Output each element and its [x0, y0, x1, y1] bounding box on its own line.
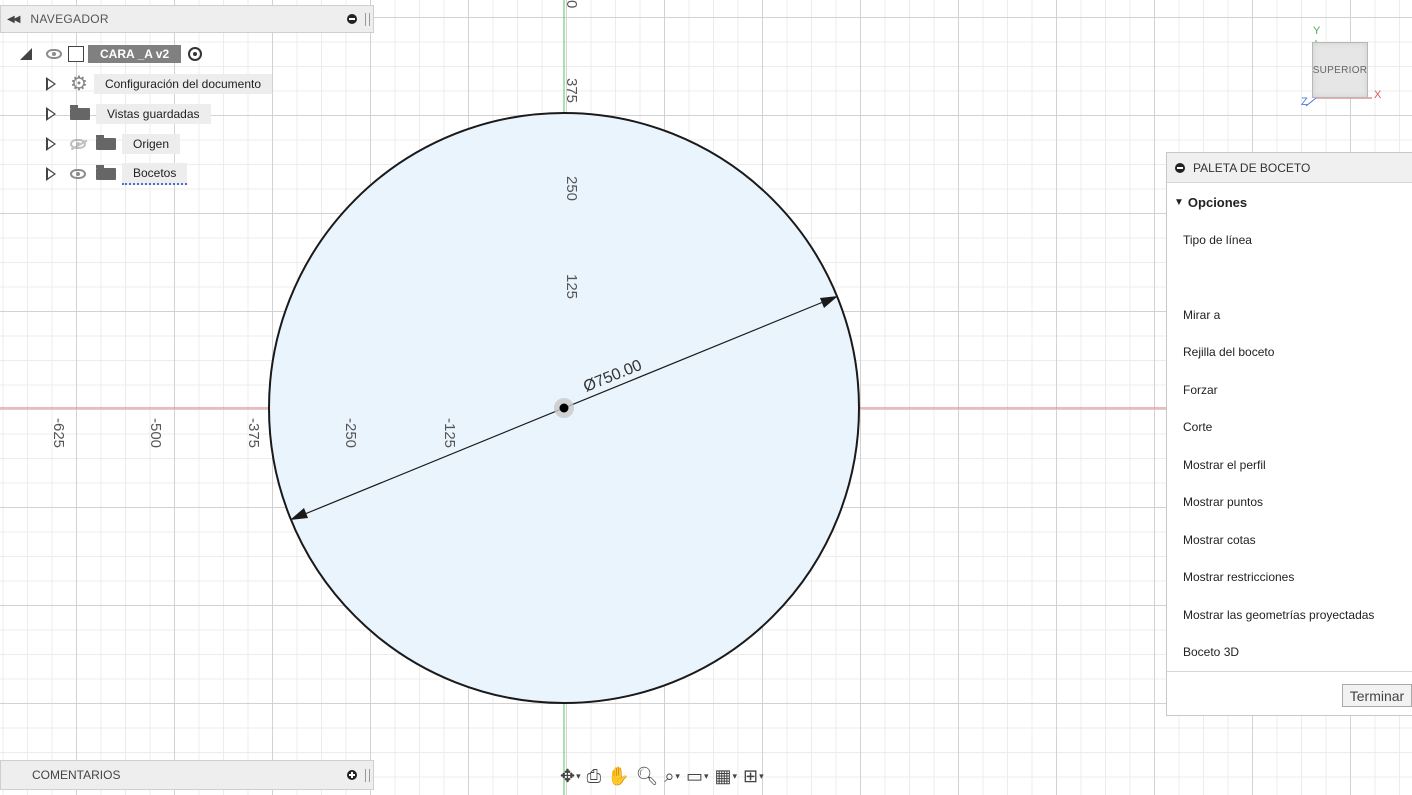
- component-icon: [68, 46, 84, 62]
- display-settings-icon[interactable]: ▭ ▾: [686, 766, 709, 786]
- sketch-palette: PALETA DE BOCETO ▼ Opciones Tipo de líne…: [1166, 152, 1412, 716]
- grid-icon[interactable]: ▦ ▾: [714, 766, 737, 786]
- option-3d-sketch[interactable]: Boceto 3D: [1183, 645, 1239, 659]
- gear-icon: ⚙: [70, 73, 88, 95]
- zoom-icon[interactable]: 🔍︎: [635, 766, 658, 786]
- hidden-eye-icon[interactable]: [70, 139, 86, 149]
- minimize-icon[interactable]: [347, 14, 357, 24]
- option-show-profile[interactable]: Mostrar el perfil: [1183, 458, 1266, 472]
- option-show-constraints[interactable]: Mostrar restricciones: [1183, 570, 1294, 584]
- add-comment-icon[interactable]: [347, 770, 357, 780]
- folder-icon: [96, 165, 116, 180]
- x-tick-label: -375: [245, 418, 262, 448]
- option-sketch-grid[interactable]: Rejilla del boceto: [1183, 345, 1274, 359]
- visibility-eye-icon[interactable]: [70, 169, 86, 179]
- tree-item-label[interactable]: Bocetos: [122, 163, 188, 185]
- x-tick-label: -500: [147, 418, 164, 448]
- option-look-at[interactable]: Mirar a: [1183, 308, 1220, 322]
- palette-header: PALETA DE BOCETO: [1167, 153, 1412, 183]
- fit-icon[interactable]: ⌕ ▾: [664, 766, 680, 786]
- option-show-projected-geometries[interactable]: Mostrar las geometrías proyectadas: [1183, 608, 1374, 622]
- tree-root-row[interactable]: CARA _A v2: [20, 43, 203, 65]
- tree-item-origin[interactable]: Origen: [46, 133, 181, 155]
- viewports-icon[interactable]: ⊞ ▾: [743, 766, 764, 786]
- tree-item-saved-views[interactable]: Vistas guardadas: [46, 103, 211, 125]
- y-tick-label: 125: [563, 274, 580, 299]
- option-snap[interactable]: Forzar: [1183, 383, 1218, 397]
- palette-divider: [1167, 671, 1412, 672]
- expand-triangle-icon[interactable]: [46, 167, 56, 181]
- option-show-dimensions[interactable]: Mostrar cotas: [1183, 533, 1256, 547]
- root-component-label[interactable]: CARA _A v2: [88, 45, 182, 63]
- orbit-icon[interactable]: ✥ ▾: [560, 766, 581, 786]
- navigation-toolbar: ✥ ▾ ⎙ ✋ 🔍︎ ⌕ ▾ ▭ ▾ ▦ ▾ ⊞ ▾: [556, 762, 852, 790]
- palette-title: PALETA DE BOCETO: [1193, 160, 1311, 175]
- option-line-type: Tipo de línea: [1183, 233, 1252, 247]
- option-slice[interactable]: Corte: [1183, 420, 1212, 434]
- finish-sketch-button[interactable]: Terminar: [1342, 684, 1412, 707]
- viewcube-face-label[interactable]: SUPERIOR: [1313, 65, 1368, 76]
- folder-icon: [70, 105, 90, 120]
- expanded-triangle-icon[interactable]: [20, 48, 32, 60]
- comments-title: COMENTARIOS: [32, 768, 121, 782]
- y-tick-label: 250: [563, 176, 580, 201]
- look-at-icon[interactable]: ⎙: [587, 766, 601, 786]
- expand-triangle-icon[interactable]: [46, 77, 56, 91]
- options-section-toggle[interactable]: ▼ Opciones: [1167, 183, 1412, 221]
- pan-icon[interactable]: ✋: [607, 766, 629, 786]
- option-show-points[interactable]: Mostrar puntos: [1183, 495, 1263, 509]
- tree-item-sketches[interactable]: Bocetos: [46, 163, 188, 185]
- minimize-icon[interactable]: [1175, 162, 1185, 173]
- x-tick-label: -625: [50, 418, 67, 448]
- x-tick-label: -250: [342, 418, 359, 448]
- panel-grip-icon[interactable]: [365, 769, 370, 782]
- navigator-title: NAVEGADOR: [30, 12, 109, 26]
- tree-item-document-settings[interactable]: ⚙ Configuración del documento: [46, 73, 273, 95]
- tree-item-label[interactable]: Origen: [122, 134, 181, 154]
- y-tick-label: 0: [563, 0, 580, 8]
- comments-panel[interactable]: COMENTARIOS: [0, 760, 374, 790]
- viewcube-axis-x: X: [1374, 89, 1382, 101]
- navigator-header: ◀◀ NAVEGADOR: [0, 5, 374, 33]
- tree-item-label[interactable]: Configuración del documento: [93, 74, 273, 94]
- viewcube[interactable]: SUPERIOR: [1312, 42, 1368, 98]
- viewcube-axis-z: Z: [1301, 96, 1308, 108]
- visibility-eye-icon[interactable]: [46, 49, 62, 59]
- activate-component-icon[interactable]: [188, 47, 203, 61]
- expand-triangle-icon[interactable]: [46, 107, 56, 121]
- collapse-panel-icon[interactable]: ◀◀: [7, 14, 20, 25]
- expand-triangle-icon[interactable]: [46, 137, 56, 151]
- tree-item-label[interactable]: Vistas guardadas: [96, 104, 211, 124]
- x-tick-label: -125: [441, 418, 458, 448]
- collapse-triangle-icon: ▼: [1174, 196, 1184, 208]
- folder-icon: [96, 135, 116, 150]
- panel-grip-icon[interactable]: [365, 13, 370, 26]
- options-section-label: Opciones: [1187, 194, 1248, 210]
- y-tick-label: 375: [563, 78, 580, 103]
- center-point[interactable]: [559, 403, 569, 413]
